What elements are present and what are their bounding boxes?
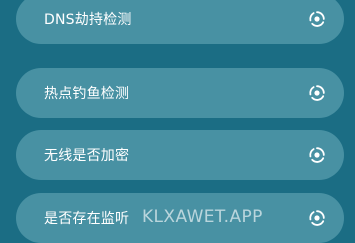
check-item-label: DNS劫持检测 (44, 12, 132, 28)
check-item-label: 无线是否加密 (44, 148, 130, 164)
check-item-eavesdropping[interactable]: 是否存在监听 (16, 193, 344, 243)
scan-icon (308, 84, 326, 102)
security-check-list: DNS劫持检测 热点钓鱼检测 无线是否加密 是否存在监听 (0, 0, 355, 243)
check-item-label: 热点钓鱼检测 (44, 86, 130, 102)
check-item-wireless-encryption[interactable]: 无线是否加密 (16, 130, 344, 180)
scan-icon (308, 209, 326, 227)
check-item-dns-hijack[interactable]: DNS劫持检测 (16, 0, 344, 44)
check-item-label: 是否存在监听 (44, 211, 130, 227)
check-item-hotspot-phishing[interactable]: 热点钓鱼检测 (16, 68, 344, 118)
scan-icon (308, 146, 326, 164)
scan-icon (308, 10, 326, 28)
